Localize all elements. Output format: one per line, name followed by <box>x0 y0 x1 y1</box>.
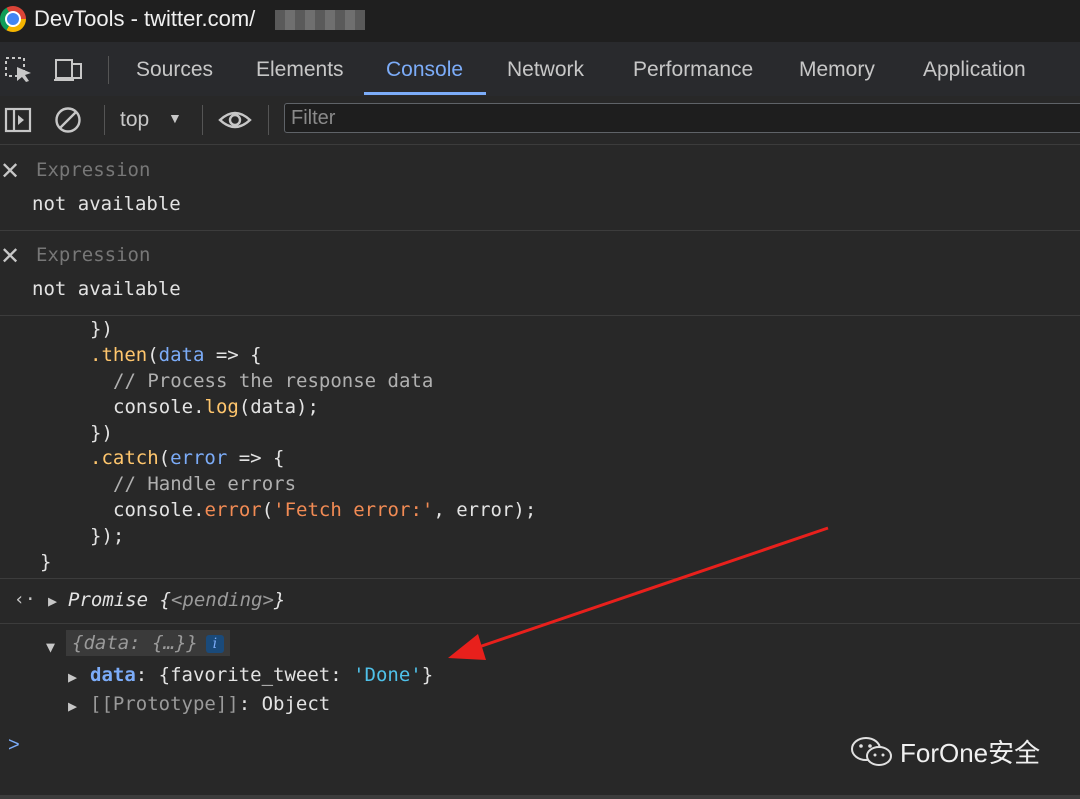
eye-icon[interactable] <box>218 108 252 137</box>
context-selector[interactable]: top <box>120 108 149 132</box>
inspect-element-icon[interactable] <box>4 56 34 90</box>
code-line: }); <box>90 525 125 547</box>
code-line: .then(data => { <box>90 344 262 366</box>
window-title: DevTools - twitter.com/ <box>34 6 256 31</box>
sidebar-toggle-icon[interactable] <box>4 106 32 139</box>
code-punct: , error); <box>433 499 537 521</box>
property-brace: } <box>421 664 434 686</box>
data-property[interactable]: data: {favorite_tweet: 'Done'} <box>90 664 433 686</box>
code-comment: // Process the response data <box>113 370 434 392</box>
promise-value[interactable]: Promise {<pending>} <box>68 589 285 611</box>
return-value-icon: ‹· <box>14 589 36 610</box>
code-punct: ( <box>147 344 159 366</box>
toolbar-separator <box>268 105 269 135</box>
object-summary: {data: {…}} <box>72 632 198 654</box>
code-punct: (data); <box>238 396 319 418</box>
expand-triangle-icon[interactable]: ▶ <box>68 668 77 686</box>
code-punct: ( <box>158 447 171 469</box>
window-titlebar: DevTools - twitter.com/ <box>0 0 1080 42</box>
promise-brace: } <box>273 589 286 611</box>
device-toolbar-icon[interactable] <box>54 56 84 90</box>
code-comment: // Handle errors <box>113 473 297 495</box>
tab-memory[interactable]: Memory <box>799 58 875 82</box>
tab-network[interactable]: Network <box>507 58 584 82</box>
code-param: data <box>158 344 205 366</box>
prototype-property[interactable]: [[Prototype]]: Object <box>90 693 330 715</box>
expression-label[interactable]: Expression <box>36 159 150 181</box>
code-method: .catch <box>90 447 159 469</box>
code-line: console.error('Fetch error:', error); <box>113 499 536 521</box>
tab-console[interactable]: Console <box>386 58 463 82</box>
code-method: error <box>204 499 262 521</box>
expand-triangle-icon[interactable]: ▶ <box>48 592 57 610</box>
code-line: console.log(data); <box>113 396 319 418</box>
promise-brace: { <box>148 589 171 611</box>
property-value: : {favorite_tweet: <box>135 664 354 686</box>
console-toolbar: top ▼ <box>0 96 1080 145</box>
tab-separator <box>108 56 109 84</box>
promise-label: Promise <box>68 589 149 611</box>
code-object: console. <box>113 396 205 418</box>
toolbar-separator <box>104 105 105 135</box>
filter-box <box>284 103 1080 133</box>
expression-value: not available <box>32 278 181 300</box>
code-line: }) <box>90 318 113 340</box>
tab-sources[interactable]: Sources <box>136 58 213 82</box>
promise-state: <pending> <box>170 589 274 611</box>
property-string: 'Done' <box>353 664 422 686</box>
code-object: console. <box>113 499 205 521</box>
collapse-triangle-icon[interactable]: ▼ <box>46 638 55 656</box>
code-line: } <box>40 551 52 573</box>
info-icon[interactable]: i <box>205 634 224 653</box>
code-punct: => { <box>227 447 285 469</box>
devtools-tabbar: Sources Elements Console Network Perform… <box>0 42 1080 97</box>
property-key: data <box>90 664 136 686</box>
code-string: 'Fetch error:' <box>273 499 434 521</box>
watermark: ForOne安全 <box>850 733 1040 770</box>
tab-elements[interactable]: Elements <box>256 58 344 82</box>
tab-application[interactable]: Application <box>923 58 1026 82</box>
code-punct: ( <box>261 499 274 521</box>
code-line: }) <box>90 422 113 444</box>
code-method: .then <box>90 344 148 366</box>
property-key: [[Prototype]] <box>90 693 239 715</box>
redacted-url <box>275 10 365 30</box>
wechat-icon <box>851 736 892 766</box>
object-result: ▼ {data: {…}} i ▶ data: {favorite_tweet: … <box>0 624 1080 724</box>
watermark-text: ForOne安全 <box>900 738 1041 768</box>
chrome-logo-icon <box>0 6 26 32</box>
filter-input[interactable] <box>285 104 1080 132</box>
close-icon[interactable]: ✕ <box>0 157 20 186</box>
expression-value: not available <box>32 193 181 215</box>
toolbar-separator <box>202 105 203 135</box>
code-line: .catch(error => { <box>90 447 285 469</box>
bottom-border <box>0 795 1080 799</box>
code-method: log <box>204 396 239 418</box>
console-prompt[interactable]: > <box>8 734 20 757</box>
chevron-down-icon[interactable]: ▼ <box>168 110 182 126</box>
code-block: }) .then(data => { // Process the respon… <box>0 316 1080 579</box>
promise-result-row: ‹· ▶ Promise {<pending>} <box>0 579 1080 624</box>
live-expression: ✕ Expression not available <box>0 230 1080 316</box>
expression-label[interactable]: Expression <box>36 244 150 266</box>
code-param: error <box>170 447 228 469</box>
tab-performance[interactable]: Performance <box>633 58 753 82</box>
live-expression: ✕ Expression not available <box>0 145 1080 231</box>
active-tab-indicator <box>364 92 486 95</box>
property-value: : Object <box>238 693 331 715</box>
object-preview[interactable]: {data: {…}} i <box>66 630 230 656</box>
close-icon[interactable]: ✕ <box>0 242 20 271</box>
expand-triangle-icon[interactable]: ▶ <box>68 697 77 715</box>
code-punct: => { <box>204 344 262 366</box>
clear-console-icon[interactable] <box>54 106 82 139</box>
